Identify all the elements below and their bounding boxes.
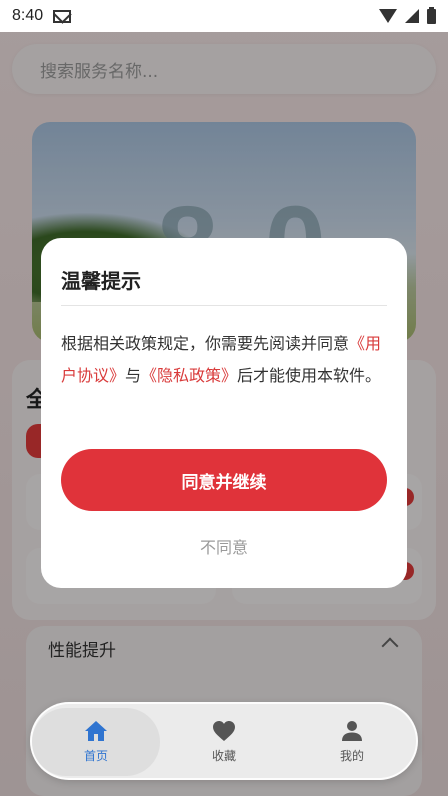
- dialog-message-prefix: 根据相关政策规定，你需要先阅读并同意: [61, 334, 350, 353]
- person-icon: [340, 719, 364, 743]
- wifi-icon: [379, 9, 397, 23]
- home-icon: [84, 719, 108, 743]
- status-time: 8:40: [12, 7, 44, 24]
- mail-icon: [53, 9, 72, 23]
- privacy-consent-dialog: 温馨提示 根据相关政策规定，你需要先阅读并同意《用户协议》与《隐私政策》后才能使…: [41, 238, 407, 588]
- dialog-divider: [61, 305, 387, 306]
- dialog-title: 温馨提示: [61, 269, 141, 293]
- tab-favorites-label: 收藏: [211, 748, 236, 763]
- tab-home[interactable]: 首页: [32, 704, 160, 778]
- bottom-tab-bar: 首页 收藏 我的: [30, 702, 418, 780]
- heart-icon: [212, 719, 236, 743]
- dialog-message-suffix: 后才能使用本软件。: [237, 366, 382, 385]
- privacy-policy-link[interactable]: 《隐私政策》: [141, 366, 237, 385]
- agree-continue-button[interactable]: 同意并继续: [61, 449, 387, 511]
- tab-home-label: 首页: [83, 748, 108, 763]
- dialog-message: 根据相关政策规定，你需要先阅读并同意《用户协议》与《隐私政策》后才能使用本软件。: [61, 328, 391, 392]
- battery-icon: [427, 6, 436, 24]
- tab-favorites[interactable]: 收藏: [160, 704, 288, 778]
- signal-icon: [405, 9, 419, 23]
- dialog-message-and: 与: [125, 366, 142, 385]
- disagree-button[interactable]: 不同意: [61, 534, 387, 558]
- status-bar: 8:40: [0, 0, 448, 32]
- tab-profile-label: 我的: [339, 748, 364, 763]
- tab-profile[interactable]: 我的: [288, 704, 416, 778]
